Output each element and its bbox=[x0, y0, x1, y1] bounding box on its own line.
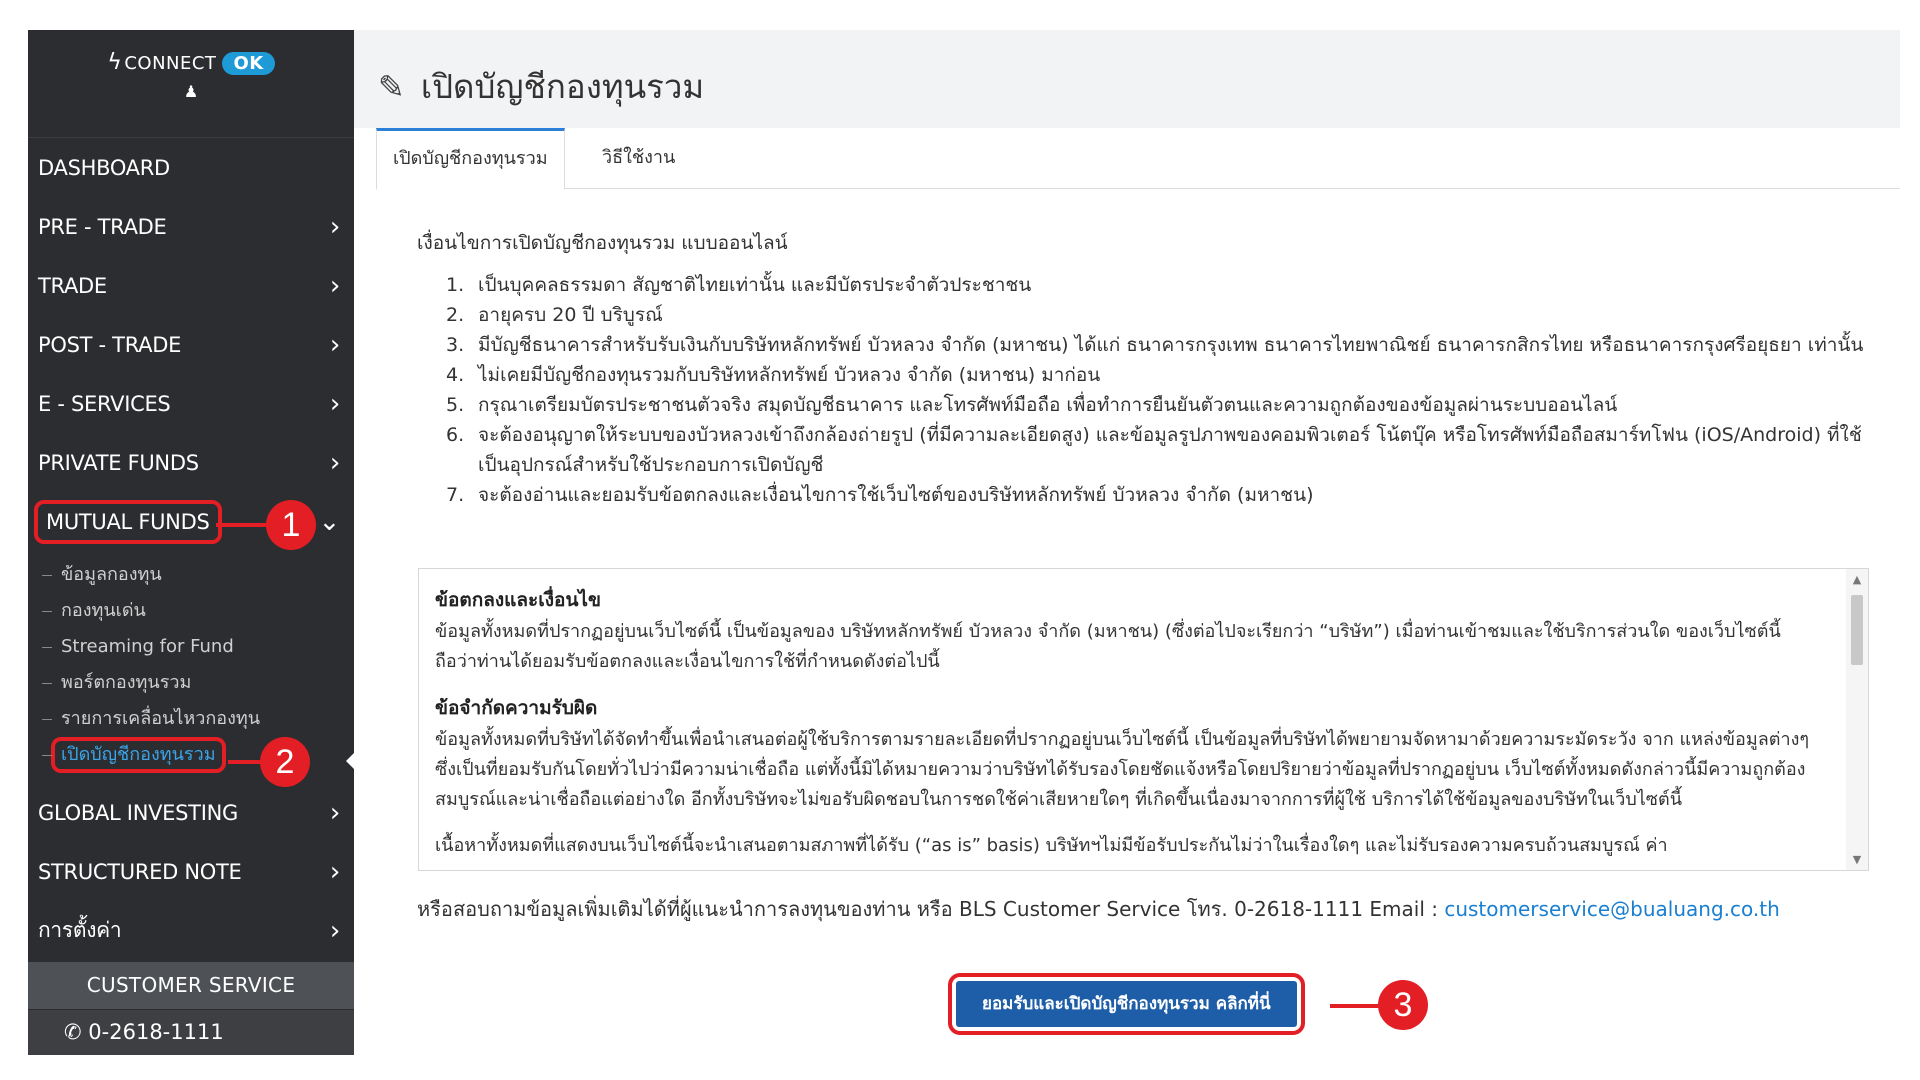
tab-bar: เปิดบัญชีกองทุนรวม วิธีใช้งาน bbox=[376, 128, 1900, 190]
as-is-paragraph: เนื้อหาทั้งหมดที่แสดงบนเว็บไซต์นี้จะนำเส… bbox=[435, 835, 1668, 856]
conditions-intro: เงื่อนไขการเปิดบัญชีกองทุนรวม แบบออนไลน์ bbox=[417, 232, 788, 254]
submenu-featured-funds[interactable]: กองทุนเด่น bbox=[28, 593, 354, 629]
connection-panel: ϟ CONNECT OK ♟ bbox=[28, 30, 354, 138]
submenu-streaming-for-fund[interactable]: Streaming for Fund bbox=[28, 629, 354, 665]
liability-paragraph: ข้อมูลทั้งหมดที่บริษัทได้จัดทำขึ้นเพื่อน… bbox=[435, 729, 1810, 810]
terms-scroll-box[interactable]: ข้อตกลงและเงื่อนไข ข้อมูลทั้งหมดที่ปรากฏ… bbox=[418, 568, 1869, 871]
nav-label: MUTUAL FUNDS bbox=[46, 509, 210, 534]
nav-e-services[interactable]: E - SERVICES › bbox=[28, 374, 354, 433]
list-item: 7. จะต้องอ่านและยอมรับข้อตกลงและเงื่อนไขก… bbox=[446, 484, 1314, 506]
marker-3-connector bbox=[1330, 1004, 1382, 1008]
scroll-thumb[interactable] bbox=[1851, 595, 1863, 665]
nav-label: PRE - TRADE bbox=[38, 214, 167, 239]
edit-icon: ✎ bbox=[378, 68, 405, 106]
nav-private-funds[interactable]: PRIVATE FUNDS › bbox=[28, 433, 354, 492]
list-item: 5. กรุณาเตรียมบัตรประชาชนตัวจริง สมุดบัญช… bbox=[446, 394, 1618, 416]
contact-text: หรือสอบถามข้อมูลเพิ่มเติมได้ที่ผู้แนะนำก… bbox=[417, 897, 1445, 921]
chevron-right-icon: › bbox=[329, 329, 340, 360]
nav-post-trade[interactable]: POST - TRADE › bbox=[28, 315, 354, 374]
annotation-marker-2: 2 bbox=[260, 737, 310, 787]
list-item: 3. มีบัญชีธนาคารสำหรับรับเงินกับบริษัทหลั… bbox=[446, 334, 1864, 356]
nav-label: DASHBOARD bbox=[38, 155, 170, 180]
nav-label: E - SERVICES bbox=[38, 391, 171, 416]
list-item: 4. ไม่เคยมีบัญชีกองทุนรวมกับบริษัทหลักทรั… bbox=[446, 364, 1101, 386]
user-icon[interactable]: ♟ bbox=[28, 82, 354, 101]
nav-label: PRIVATE FUNDS bbox=[38, 450, 199, 475]
contact-email-link[interactable]: customerservice@bualuang.co.th bbox=[1444, 897, 1779, 921]
accept-open-account-button[interactable]: ยอมรับและเปิดบัญชีกองทุนรวม คลิกที่นี่ bbox=[956, 981, 1297, 1027]
tab-open-account[interactable]: เปิดบัญชีกองทุนรวม bbox=[376, 128, 565, 190]
customer-service-phone[interactable]: ✆ 0-2618-1111 bbox=[28, 1009, 354, 1055]
submenu-fund-transactions[interactable]: รายการเคลื่อนไหวกองทุน bbox=[28, 701, 354, 737]
lightning-icon: ϟ bbox=[107, 50, 123, 75]
conditions-list: 1. เป็นบุคคลธรรมดา สัญชาติไทยเท่านั้น และ… bbox=[446, 270, 1866, 510]
tab-how-to-use[interactable]: วิธีใช้งาน bbox=[586, 128, 691, 187]
nav-label: GLOBAL INVESTING bbox=[38, 800, 238, 825]
chevron-right-icon: › bbox=[329, 915, 340, 946]
nav-trade[interactable]: TRADE › bbox=[28, 256, 354, 315]
nav-pre-trade[interactable]: PRE - TRADE › bbox=[28, 197, 354, 256]
chevron-right-icon: › bbox=[329, 388, 340, 419]
nav-dashboard[interactable]: DASHBOARD bbox=[28, 138, 354, 197]
terms-scrollbar[interactable]: ▲ ▼ bbox=[1846, 569, 1868, 870]
scroll-up-icon[interactable]: ▲ bbox=[1846, 573, 1868, 586]
nav-label: STRUCTURED NOTE bbox=[38, 859, 242, 884]
terms-paragraph: ข้อมูลทั้งหมดที่ปรากฏอยู่บนเว็บไซต์นี้ เ… bbox=[435, 621, 1781, 672]
marker-2-connector bbox=[228, 760, 264, 764]
chevron-right-icon: › bbox=[329, 797, 340, 828]
scroll-down-icon[interactable]: ▼ bbox=[1846, 853, 1868, 866]
customer-service-header: CUSTOMER SERVICE bbox=[28, 962, 354, 1009]
chevron-right-icon: › bbox=[329, 447, 340, 478]
page-title: ✎ เปิดบัญชีกองทุนรวม bbox=[378, 60, 704, 113]
page-title-text: เปิดบัญชีกองทุนรวม bbox=[420, 67, 705, 106]
annotation-marker-3: 3 bbox=[1378, 980, 1428, 1030]
submenu-fund-info[interactable]: ข้อมูลกองทุน bbox=[28, 557, 354, 593]
nav-label: POST - TRADE bbox=[38, 332, 182, 357]
annotation-marker-1: 1 bbox=[266, 500, 316, 550]
connect-status: ϟ CONNECT OK bbox=[28, 50, 354, 75]
page-header: ✎ เปิดบัญชีกองทุนรวม bbox=[354, 30, 1900, 128]
open-account-highlight: เปิดบัญชีกองทุนรวม bbox=[51, 737, 226, 773]
submenu-fund-portfolio[interactable]: พอร์ตกองทุนรวม bbox=[28, 665, 354, 701]
accept-button-highlight: ยอมรับและเปิดบัญชีกองทุนรวม คลิกที่นี่ bbox=[948, 973, 1305, 1035]
marker-1-connector bbox=[216, 523, 272, 527]
chevron-down-icon: ⌄ bbox=[318, 506, 341, 537]
phone-icon: ✆ bbox=[64, 1020, 82, 1044]
list-item: 2. อายุครบ 20 ปี บริบูรณ์ bbox=[446, 304, 663, 326]
contact-info: หรือสอบถามข้อมูลเพิ่มเติมได้ที่ผู้แนะนำก… bbox=[417, 893, 1780, 925]
connect-label: CONNECT bbox=[124, 53, 217, 74]
chevron-right-icon: › bbox=[329, 856, 340, 887]
nav-label: การตั้งค่า bbox=[38, 918, 122, 942]
nav-global-investing[interactable]: GLOBAL INVESTING › bbox=[28, 783, 354, 842]
phone-number: 0-2618-1111 bbox=[88, 1020, 224, 1044]
connect-ok-badge: OK bbox=[222, 52, 275, 75]
list-item: 1. เป็นบุคคลธรรมดา สัญชาติไทยเท่านั้น และ… bbox=[446, 274, 1032, 296]
terms-heading: ข้อตกลงและเงื่อนไข bbox=[435, 589, 601, 611]
active-item-caret bbox=[346, 752, 355, 770]
nav-settings[interactable]: การตั้งค่า › bbox=[28, 901, 354, 960]
chevron-right-icon: › bbox=[329, 211, 340, 242]
liability-heading: ข้อจำกัดความรับผิด bbox=[435, 697, 598, 719]
list-item: 6. จะต้องอนุญาตให้ระบบของบัวหลวงเข้าถึงกล… bbox=[446, 424, 1862, 476]
mutual-funds-highlight: MUTUAL FUNDS bbox=[34, 499, 222, 544]
nav-structured-note[interactable]: STRUCTURED NOTE › bbox=[28, 842, 354, 901]
chevron-right-icon: › bbox=[329, 270, 340, 301]
terms-content: ข้อตกลงและเงื่อนไข ข้อมูลทั้งหมดที่ปรากฏ… bbox=[435, 585, 1825, 870]
nav-label: TRADE bbox=[38, 273, 107, 298]
